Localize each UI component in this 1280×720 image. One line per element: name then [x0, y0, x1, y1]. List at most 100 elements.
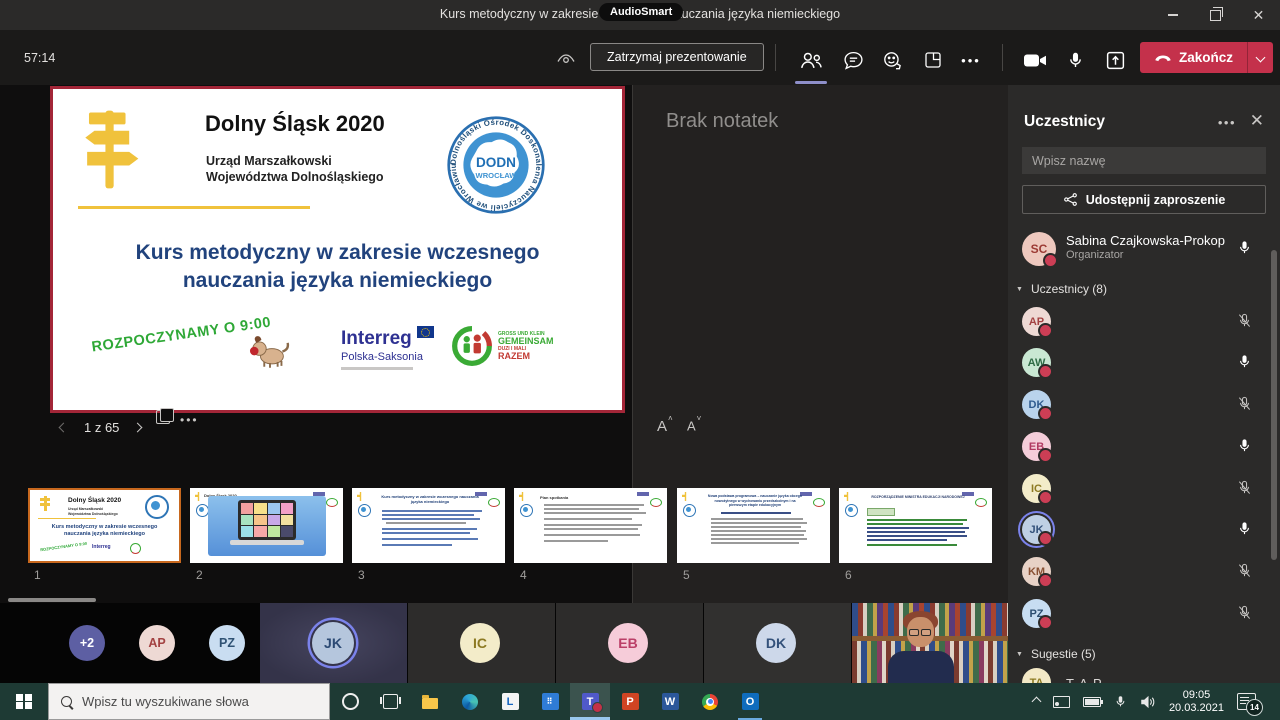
strip-avatar-ap[interactable]: AP [139, 625, 175, 661]
slide-thumbnail-6[interactable]: ROZPORZĄDZENIE MINISTRA EDUKACJI NARODOW… [839, 488, 992, 563]
panel-title: Uczestnicy [1024, 113, 1105, 131]
mic-on-icon[interactable] [1237, 438, 1252, 458]
breakout-rooms-button[interactable] [918, 48, 948, 72]
mic-muted-icon[interactable] [1237, 605, 1252, 625]
teams-taskbar-button[interactable]: T [570, 683, 610, 720]
participant-row[interactable]: DK [1008, 384, 1280, 425]
next-slide-button[interactable] [134, 418, 141, 436]
tray-expand-chevron[interactable] [1033, 698, 1040, 705]
edge-button[interactable] [450, 683, 490, 720]
word-button[interactable]: W [650, 683, 690, 720]
chevron-collapse-icon: ▼ [1016, 651, 1023, 658]
mic-muted-icon[interactable] [1237, 563, 1252, 583]
strip-avatar-pz[interactable]: PZ [209, 625, 245, 661]
participants-toggle-button[interactable] [796, 48, 826, 72]
action-center-button[interactable]: 14 [1237, 693, 1256, 710]
dodn-logo: Dolnośląski Ośrodek Doskonalenia Nauczyc… [446, 115, 546, 215]
audiosmart-badge: AudioSmart [599, 3, 683, 21]
participant-row[interactable]: IC [1008, 468, 1280, 509]
participant-row[interactable]: EB [1008, 426, 1280, 467]
mic-on-icon[interactable] [1237, 521, 1252, 541]
video-tile-jk[interactable]: JK [260, 603, 407, 683]
powerpoint-button[interactable]: P [610, 683, 650, 720]
preview-eye-icon[interactable] [556, 52, 576, 70]
stop-presenting-button[interactable]: Zatrzymaj prezentowanie [590, 43, 764, 71]
previous-slide-button[interactable] [60, 418, 67, 436]
suggestion-row-clipped[interactable]: TA T A P [1008, 666, 1280, 683]
overflow-participants-badge[interactable]: +2 [69, 625, 105, 661]
taskbar-search[interactable]: Wpisz tu wyszukiwane słowa [48, 683, 330, 720]
battery-icon[interactable] [1083, 697, 1101, 707]
clock-date: 20.03.2021 [1169, 702, 1224, 715]
mic-muted-icon[interactable] [1237, 313, 1252, 333]
camera-button[interactable] [1020, 48, 1050, 72]
chrome-button[interactable] [690, 683, 730, 720]
font-increase-button[interactable]: A˄ [657, 418, 672, 435]
reactions-button[interactable] [878, 48, 908, 72]
mic-muted-icon[interactable] [1237, 480, 1252, 500]
file-explorer-button[interactable] [410, 683, 450, 720]
video-tile-ic[interactable]: IC [408, 603, 555, 683]
interreg-logo: Interreg Polska-Saksonia [341, 326, 434, 370]
chevron-right-icon [133, 423, 143, 433]
avatar: AP [1022, 307, 1051, 336]
panel-scrollbar[interactable] [1271, 250, 1277, 560]
task-view-button[interactable] [370, 683, 410, 720]
more-actions-button[interactable]: ••• [956, 48, 986, 72]
slide-more-button[interactable]: ••• [180, 413, 199, 427]
filmstrip-scrollbar[interactable] [8, 598, 96, 602]
suggestions-section-header[interactable]: ▼Sugestie (5) [1016, 647, 1096, 661]
calculator-icon: ⠿ [542, 693, 559, 710]
taskbar-clock[interactable]: 09:05 20.03.2021 [1169, 689, 1224, 715]
share-screen-button[interactable] [1100, 48, 1130, 72]
participant-row[interactable]: PZ [1008, 593, 1280, 634]
close-button[interactable]: ✕ [1237, 0, 1280, 30]
svg-text:DODN: DODN [476, 155, 516, 170]
volume-icon[interactable] [1140, 695, 1156, 709]
participant-row[interactable]: KM [1008, 551, 1280, 592]
font-decrease-button[interactable]: A˅ [687, 418, 700, 433]
taskbar-search-placeholder: Wpisz tu wyszukiwane słowa [82, 694, 249, 709]
mic-muted-icon[interactable] [1237, 396, 1252, 416]
panel-close-button[interactable]: ✕ [1250, 111, 1264, 131]
participant-role: Organizator [1066, 249, 1123, 261]
restore-button[interactable] [1194, 0, 1237, 30]
slide-thumbnail-2[interactable]: Dolny Śląsk 2020 [190, 488, 343, 563]
participant-row-speaking[interactable]: JK [1008, 509, 1280, 550]
video-tile-eb[interactable]: EB [556, 603, 703, 683]
end-call-button[interactable]: Zakończ [1140, 42, 1247, 73]
mic-on-icon[interactable] [1237, 354, 1252, 374]
slide-grid-button[interactable] [156, 410, 170, 424]
participant-search-input[interactable] [1022, 147, 1266, 174]
cast-display-icon[interactable] [1053, 696, 1070, 708]
share-invite-button[interactable]: Udostępnij zaproszenie [1022, 185, 1266, 214]
word-icon: W [662, 693, 679, 710]
slide-thumbnail-4[interactable]: Plan spotkania [514, 488, 667, 563]
attendees-section-header[interactable]: ▼Uczestnicy (8) [1016, 282, 1107, 296]
svg-text:WROCŁAW: WROCŁAW [476, 171, 518, 180]
thumbnail-number: 1 [34, 568, 41, 582]
start-button[interactable] [0, 683, 48, 720]
outlook-button[interactable]: O [730, 683, 770, 720]
participant-row[interactable]: AP [1008, 301, 1280, 342]
chat-button[interactable] [838, 48, 868, 72]
microphone-button[interactable] [1060, 48, 1090, 72]
avatar: SC [1022, 232, 1056, 266]
minimize-button[interactable] [1151, 0, 1194, 30]
end-call-button-group: Zakończ [1140, 42, 1273, 73]
cortana-button[interactable] [330, 683, 370, 720]
slide-thumbnail-5[interactable]: Nowa podstawa programowa – nauczanie jęz… [677, 488, 830, 563]
l-app-button[interactable]: L [490, 683, 530, 720]
slide-thumbnail-1[interactable]: Dolny Śląsk 2020 Urząd MarszałkowskiWoje… [28, 488, 181, 563]
chevron-down-icon [1256, 53, 1266, 63]
calculator-button[interactable]: ⠿ [530, 683, 570, 720]
slide-thumbnail-3[interactable]: Kurs metodyczny w zakresie wczesnego nau… [352, 488, 505, 563]
panel-more-button[interactable]: ••• [1218, 115, 1236, 130]
video-tile-dk[interactable]: DK [704, 603, 851, 683]
tray-mic-icon[interactable] [1114, 695, 1127, 708]
end-call-options-button[interactable] [1247, 42, 1273, 73]
participant-row[interactable]: AW [1008, 342, 1280, 383]
participant-row-organizer[interactable]: SC Sabina Czajkowska-Prokop Organizator [1008, 228, 1280, 269]
mic-on-icon[interactable] [1237, 240, 1252, 260]
webcam-video-tile[interactable] [852, 603, 1008, 683]
